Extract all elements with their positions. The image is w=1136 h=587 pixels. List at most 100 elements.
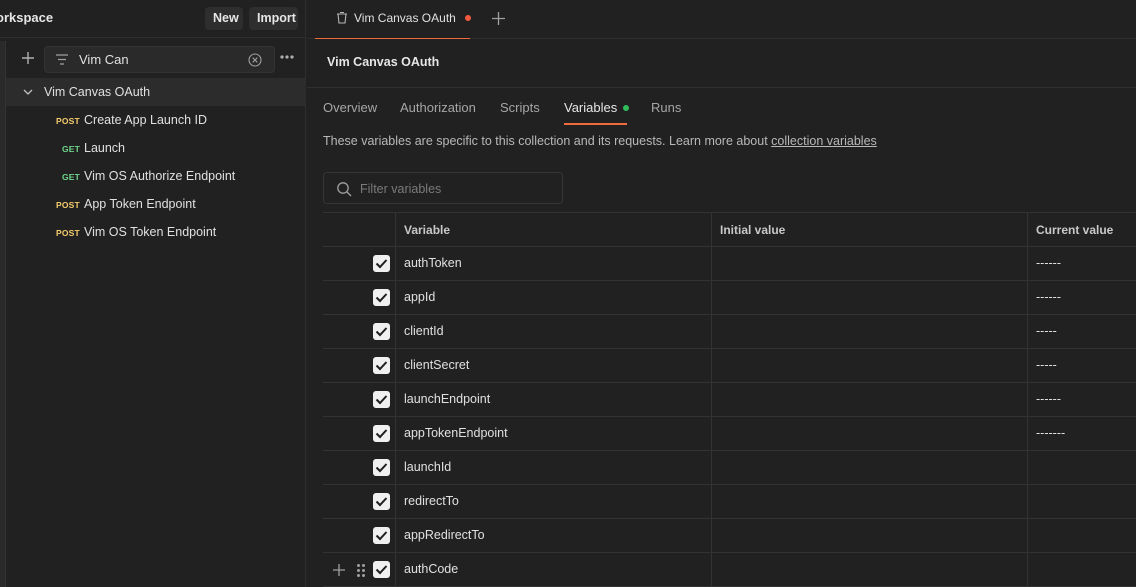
enabled-checkbox[interactable] [373, 459, 390, 476]
tab-authorization[interactable]: Authorization [400, 100, 476, 115]
variable-name[interactable]: appTokenEndpoint [396, 417, 712, 451]
tab-label: Vim Canvas OAuth [354, 11, 456, 25]
collection-title[interactable]: Vim Canvas OAuth [327, 55, 439, 69]
header-variable: Variable [396, 213, 712, 247]
checkmark-icon [375, 293, 388, 303]
request-item[interactable]: GET Launch [6, 134, 306, 162]
collection-name: Vim Canvas OAuth [44, 85, 151, 99]
variable-name[interactable]: authCode [396, 553, 712, 587]
current-value[interactable]: ----- [1028, 349, 1136, 383]
filter-icon [56, 54, 68, 65]
initial-value[interactable] [712, 349, 1028, 383]
initial-value[interactable] [712, 417, 1028, 451]
active-tab-underline [564, 123, 627, 125]
sidebar-toolbar: Vim Can [6, 44, 306, 78]
initial-value[interactable] [712, 451, 1028, 485]
request-item[interactable]: POST App Token Endpoint [6, 190, 306, 218]
enabled-checkbox[interactable] [373, 425, 390, 442]
initial-value[interactable] [712, 247, 1028, 281]
variable-name[interactable]: appRedirectTo [396, 519, 712, 553]
collection-variables-link[interactable]: collection variables [771, 134, 877, 148]
table-row: authToken ------ [323, 247, 1136, 281]
filter-variables-field[interactable] [323, 172, 563, 204]
current-value[interactable] [1028, 451, 1136, 485]
request-item[interactable]: GET Vim OS Authorize Endpoint [6, 162, 306, 190]
description-text: These variables are specific to this col… [323, 134, 772, 148]
table-row: launchEndpoint ------ [323, 383, 1136, 417]
current-value[interactable]: ------- [1028, 417, 1136, 451]
collection-item[interactable]: Vim Canvas OAuth [6, 78, 306, 106]
collection-header: Vim Canvas OAuth [307, 39, 1136, 88]
current-value[interactable] [1028, 519, 1136, 553]
enabled-checkbox[interactable] [373, 289, 390, 306]
row-controls [323, 315, 396, 349]
collection-icon [337, 11, 347, 24]
tab-runs[interactable]: Runs [651, 100, 681, 115]
row-controls [323, 247, 396, 281]
filter-variables-input[interactable] [360, 180, 550, 198]
table-row: launchId [323, 451, 1136, 485]
tab-bar: Vim Canvas OAuth [307, 0, 1136, 39]
variable-name[interactable]: clientId [396, 315, 712, 349]
initial-value[interactable] [712, 383, 1028, 417]
table-row: appTokenEndpoint ------- [323, 417, 1136, 451]
checkmark-icon [375, 259, 388, 269]
sidebar: orkspace New Import Vim Can Vim Canvas O… [0, 0, 306, 587]
import-button[interactable]: Import [249, 7, 298, 30]
enabled-checkbox[interactable] [373, 561, 390, 578]
enabled-checkbox[interactable] [373, 527, 390, 544]
tab-vim-canvas-oauth[interactable]: Vim Canvas OAuth [315, 0, 471, 39]
variable-name[interactable]: clientSecret [396, 349, 712, 383]
table-row: clientSecret ----- [323, 349, 1136, 383]
enabled-checkbox[interactable] [373, 323, 390, 340]
initial-value[interactable] [712, 281, 1028, 315]
plus-icon[interactable] [20, 50, 36, 66]
header-current-value: Current value [1036, 223, 1114, 237]
header-initial-value: Initial value [712, 213, 1028, 247]
request-name: Vim OS Authorize Endpoint [84, 169, 236, 183]
request-item[interactable]: POST Vim OS Token Endpoint [6, 218, 306, 246]
new-tab-icon[interactable] [491, 11, 506, 26]
variable-name[interactable]: launchEndpoint [396, 383, 712, 417]
add-row-icon[interactable] [332, 563, 346, 577]
tab-overview[interactable]: Overview [323, 100, 377, 115]
new-button[interactable]: New [205, 7, 243, 30]
variable-name[interactable]: appId [396, 281, 712, 315]
method-badge: GET [62, 172, 81, 182]
search-icon [337, 182, 352, 197]
row-controls [323, 417, 396, 451]
initial-value[interactable] [712, 485, 1028, 519]
row-controls [323, 485, 396, 519]
sidebar-filter-field[interactable]: Vim Can [44, 46, 275, 73]
initial-value[interactable] [712, 519, 1028, 553]
tab-scripts[interactable]: Scripts [500, 100, 540, 115]
current-value[interactable]: ------ [1028, 247, 1136, 281]
enabled-checkbox[interactable] [373, 357, 390, 374]
chevron-down-icon[interactable] [23, 88, 33, 96]
sidebar-filter-input[interactable]: Vim Can [79, 52, 129, 67]
initial-value[interactable] [712, 315, 1028, 349]
variable-name[interactable]: redirectTo [396, 485, 712, 519]
enabled-checkbox[interactable] [373, 255, 390, 272]
variable-name[interactable]: authToken [396, 247, 712, 281]
current-value[interactable]: ------ [1028, 383, 1136, 417]
workspace-title[interactable]: orkspace [0, 10, 53, 25]
initial-value[interactable] [712, 553, 1028, 587]
current-value[interactable] [1028, 485, 1136, 519]
more-icon[interactable] [279, 52, 295, 62]
current-value[interactable]: ------ [1028, 281, 1136, 315]
request-item[interactable]: POST Create App Launch ID [6, 106, 306, 134]
current-value[interactable] [1028, 553, 1136, 587]
checkmark-icon [375, 429, 388, 439]
drag-handle-icon[interactable] [356, 563, 366, 578]
clear-icon[interactable] [248, 53, 262, 67]
table-row: appRedirectTo [323, 519, 1136, 553]
checkmark-icon [375, 463, 388, 473]
variables-description: These variables are specific to this col… [323, 134, 877, 148]
table-row: redirectTo [323, 485, 1136, 519]
variable-name[interactable]: launchId [396, 451, 712, 485]
enabled-checkbox[interactable] [373, 493, 390, 510]
tab-variables[interactable]: Variables [564, 100, 630, 115]
enabled-checkbox[interactable] [373, 391, 390, 408]
current-value[interactable]: ----- [1028, 315, 1136, 349]
